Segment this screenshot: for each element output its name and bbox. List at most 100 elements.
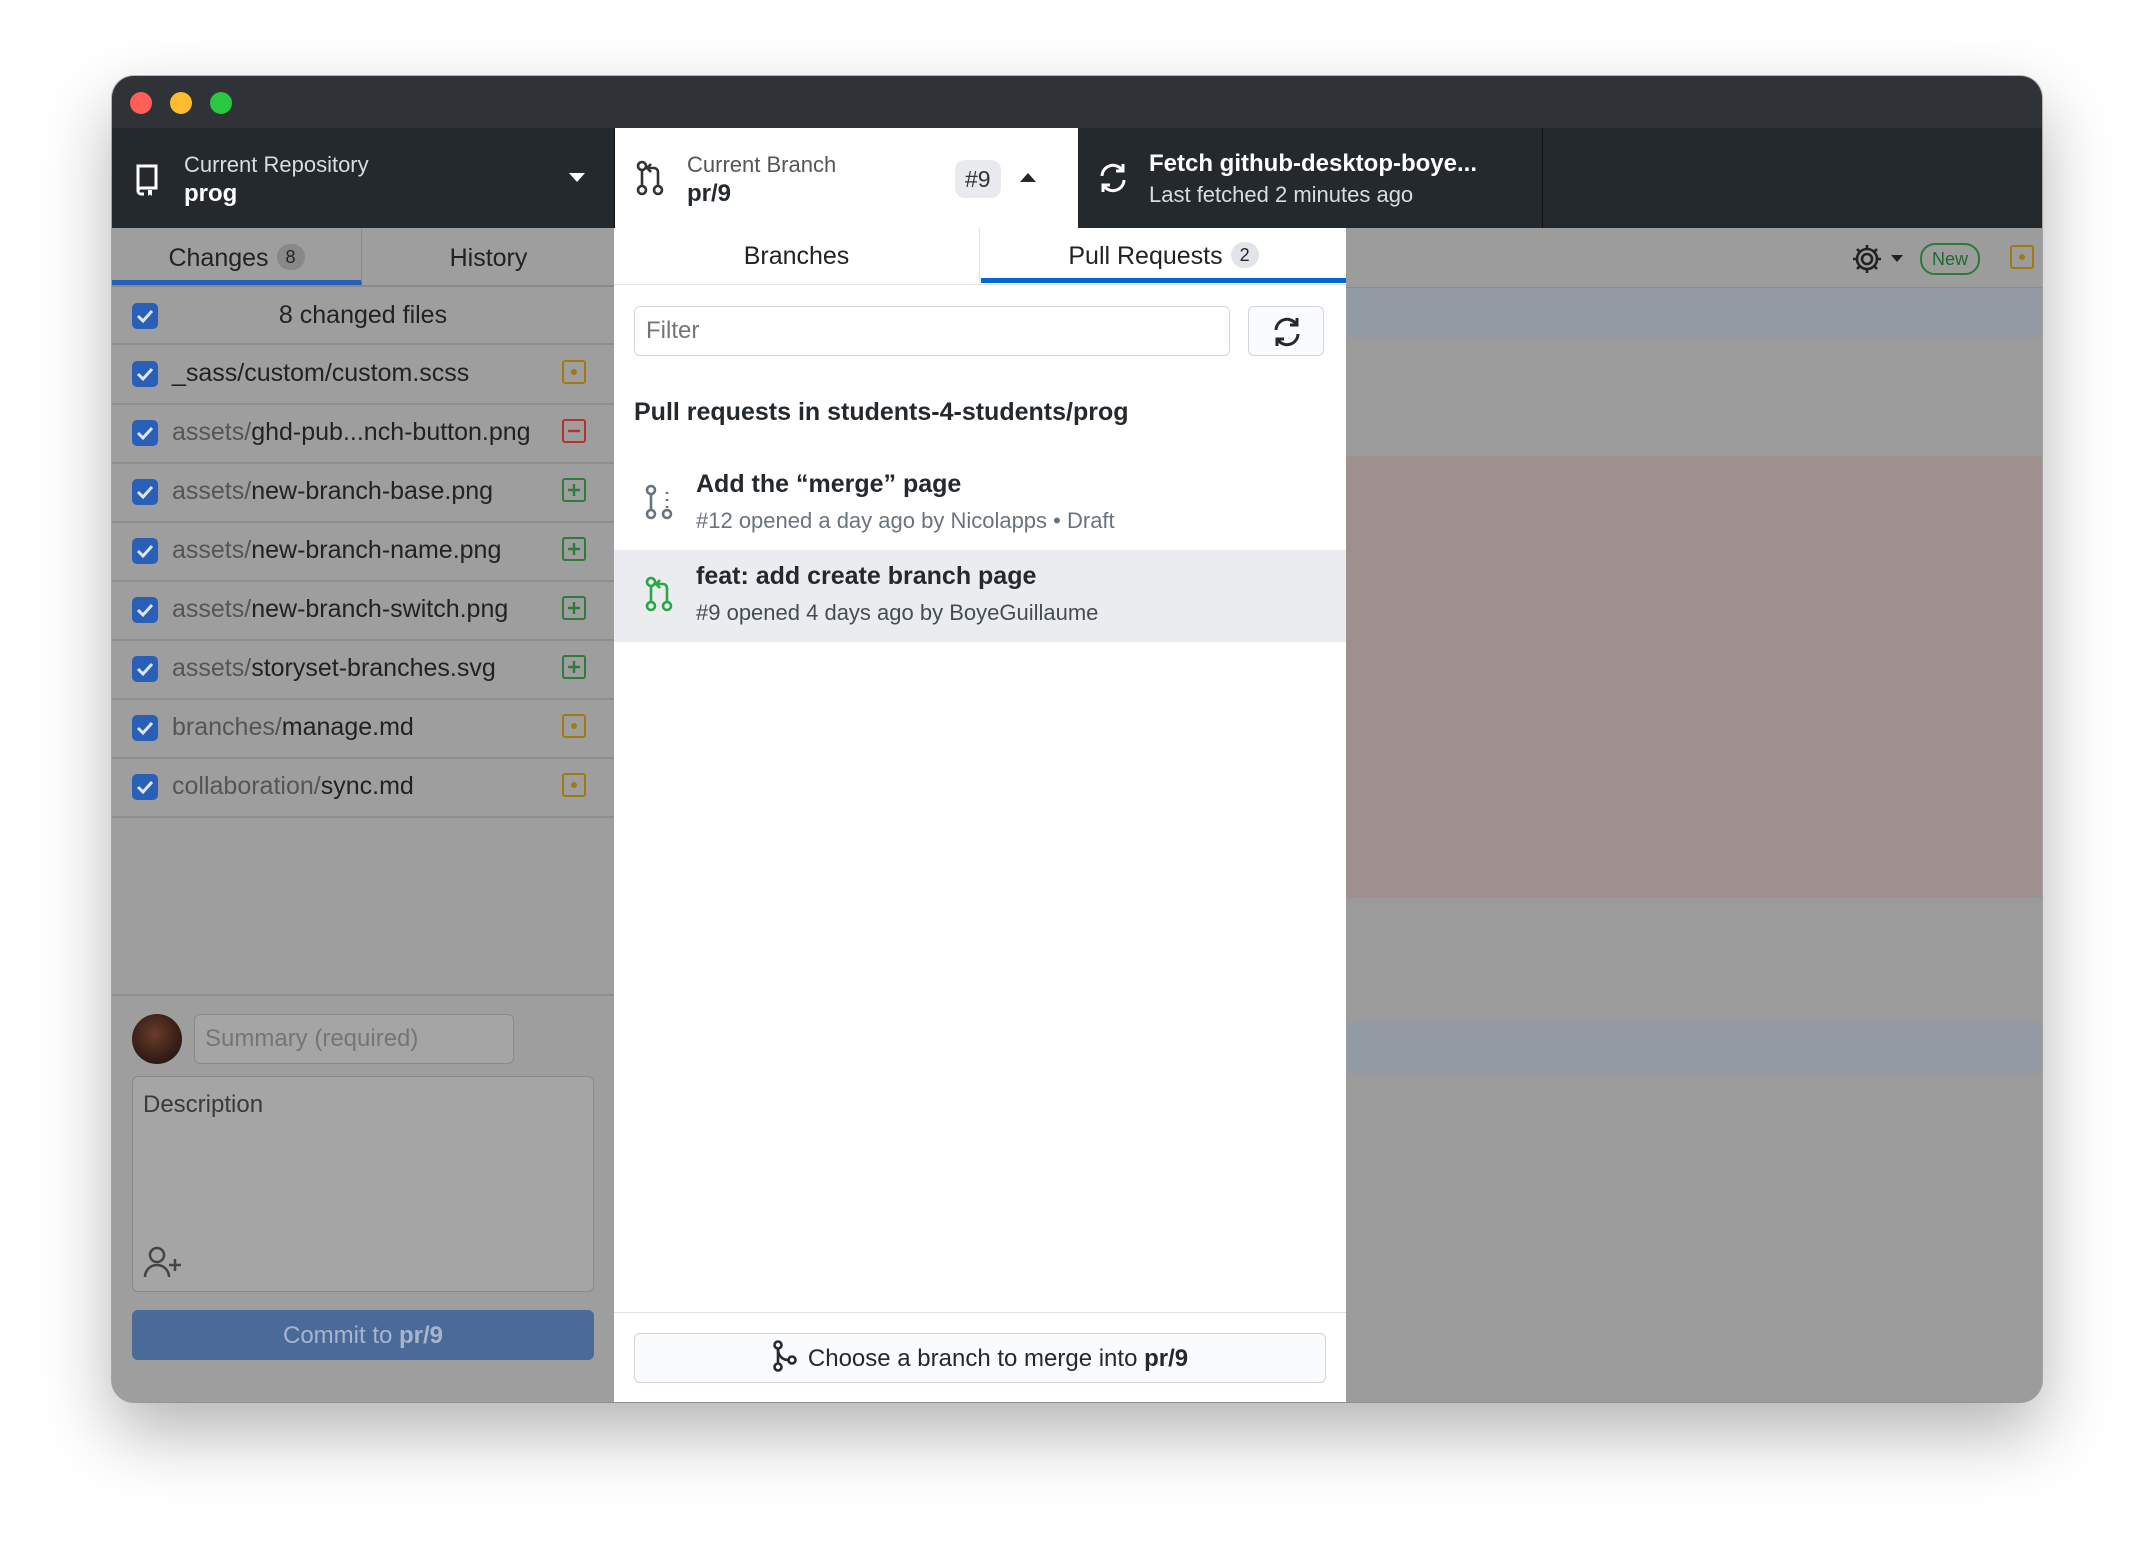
file-include-checkbox[interactable]	[132, 774, 158, 800]
tab-changes[interactable]: Changes 8	[112, 228, 362, 285]
file-path: assets/ghd-pub...nch-button.png	[172, 418, 531, 447]
file-include-checkbox[interactable]	[132, 538, 158, 564]
branch-dropdown: Branches Pull Requests 2 Pull requests in…	[614, 228, 1346, 1402]
current-branch-button[interactable]: Current Branch pr/9 #9	[615, 128, 1078, 228]
dropdown-footer: Choose a branch to merge into pr/9	[614, 1312, 1346, 1402]
file-status-modified-icon	[2010, 245, 2034, 269]
diff-hunk-header	[1346, 1022, 2042, 1074]
chevron-down-icon[interactable]	[1890, 254, 1904, 264]
close-window-button[interactable]	[130, 92, 152, 114]
app-window: Current Repository prog Current Branch p…	[112, 76, 2042, 1402]
tab-pull-requests[interactable]: Pull Requests 2	[981, 228, 1346, 283]
file-name: sync.md	[320, 772, 414, 800]
minimize-window-button[interactable]	[170, 92, 192, 114]
pull-request-meta-text: #12 opened a day ago by Nicolapps	[696, 508, 1048, 533]
commit-button-prefix: Commit to	[282, 1322, 399, 1349]
file-directory: assets/	[172, 536, 252, 564]
file-path: assets/new-branch-name.png	[172, 536, 501, 565]
file-path: _sass/custom/custom.scss	[172, 359, 469, 388]
file-include-checkbox[interactable]	[132, 420, 158, 446]
diff-deleted-lines	[1346, 456, 2042, 898]
file-directory: branches/	[172, 713, 282, 741]
sidebar-tabs: Changes 8 History	[112, 228, 614, 287]
fetch-subtitle: Last fetched 2 minutes ago	[1149, 182, 1414, 207]
tab-history-label: History	[449, 244, 528, 272]
zoom-window-button[interactable]	[210, 92, 232, 114]
file-path: assets/storyset-branches.svg	[172, 654, 496, 683]
toolbar: Current Repository prog Current Branch p…	[112, 128, 2042, 228]
summary-input[interactable]	[194, 1014, 514, 1064]
file-status-added-icon	[562, 596, 586, 620]
file-status-added-icon	[562, 537, 586, 561]
file-include-checkbox[interactable]	[132, 656, 158, 682]
changed-file-row[interactable]: assets/new-branch-switch.png	[112, 581, 614, 641]
changed-file-row[interactable]: assets/new-branch-base.png	[112, 463, 614, 523]
git-merge-icon	[772, 1340, 798, 1372]
current-repository-label: Current Repository	[184, 152, 369, 177]
merge-into-branch-button[interactable]: Choose a branch to merge into pr/9	[634, 1333, 1326, 1383]
pull-request-item[interactable]: feat: add create branch page #9 opened 4…	[614, 550, 1346, 642]
description-placeholder: Description	[143, 1091, 264, 1118]
changed-file-row[interactable]: assets/new-branch-name.png	[112, 522, 614, 582]
file-directory: assets/	[172, 595, 252, 623]
refresh-pull-requests-button[interactable]	[1248, 306, 1324, 356]
file-path: assets/new-branch-switch.png	[172, 595, 508, 624]
title-bar	[112, 76, 2042, 128]
file-path: collaboration/sync.md	[172, 772, 414, 801]
pull-request-item[interactable]: Add the “merge” page #12 opened a day ag…	[614, 458, 1346, 550]
file-path: branches/manage.md	[172, 713, 414, 742]
avatar	[132, 1014, 182, 1064]
changed-file-row[interactable]: assets/storyset-branches.svg	[112, 640, 614, 700]
diff-panel: New	[1346, 228, 2042, 1402]
diff-hunk-header	[1346, 288, 2042, 338]
diff-header: New	[1346, 228, 2042, 288]
file-status-added-icon	[562, 478, 586, 502]
current-repository-button[interactable]: Current Repository prog	[112, 128, 615, 228]
changed-file-row[interactable]: collaboration/sync.md	[112, 758, 614, 818]
pull-request-meta: #9 opened 4 days ago by BoyeGuillaume	[696, 600, 1099, 625]
file-name: storyset-branches.svg	[251, 654, 496, 682]
commit-button-branch: pr/9	[399, 1322, 444, 1349]
tab-branches-label: Branches	[743, 242, 850, 270]
changes-sidebar: Changes 8 History 8 changed files _sass/c…	[112, 228, 614, 1402]
file-name: _sass/custom/custom.scss	[172, 359, 470, 387]
git-pull-request-icon	[635, 160, 665, 196]
file-include-checkbox[interactable]	[132, 479, 158, 505]
gear-icon[interactable]	[1850, 242, 1884, 276]
file-name: new-branch-name.png	[251, 536, 502, 564]
current-branch-name: pr/9	[687, 180, 732, 207]
file-name: new-branch-switch.png	[251, 595, 509, 623]
file-directory: assets/	[172, 654, 252, 682]
select-all-row: 8 changed files	[112, 287, 614, 345]
chevron-up-icon	[1019, 171, 1037, 183]
repo-icon	[134, 164, 160, 196]
file-path: assets/new-branch-base.png	[172, 477, 493, 506]
fetch-origin-button[interactable]: Fetch github-desktop-boye... Last fetche…	[1079, 128, 1543, 228]
tab-history[interactable]: History	[363, 228, 614, 285]
file-status-modified-icon	[562, 714, 586, 738]
file-include-checkbox[interactable]	[132, 715, 158, 741]
file-directory: assets/	[172, 418, 252, 446]
git-pull-request-draft-icon	[644, 484, 674, 520]
file-name: manage.md	[281, 713, 414, 741]
chevron-down-icon	[568, 172, 586, 184]
file-status-modified-icon	[562, 360, 586, 384]
tab-branches[interactable]: Branches	[614, 228, 980, 283]
changed-file-row[interactable]: branches/manage.md	[112, 699, 614, 759]
file-status-modified-icon	[562, 773, 586, 797]
person-add-icon[interactable]	[143, 1245, 183, 1279]
pull-request-title: feat: add create branch page	[696, 562, 1037, 590]
pull-requests-count-badge: 2	[1230, 242, 1259, 268]
filter-input[interactable]	[634, 306, 1230, 356]
sync-icon	[1271, 316, 1303, 348]
changed-file-row[interactable]: _sass/custom/custom.scss	[112, 345, 614, 405]
file-name: ghd-pub...nch-button.png	[251, 418, 531, 446]
file-include-checkbox[interactable]	[132, 361, 158, 387]
branch-pr-badge: #9	[955, 160, 1001, 198]
merge-button-prefix: Choose a branch to merge into	[807, 1345, 1145, 1372]
description-field[interactable]: Description	[132, 1076, 594, 1292]
commit-button[interactable]: Commit to pr/9	[132, 1310, 594, 1360]
current-branch-label: Current Branch	[687, 152, 837, 177]
changed-file-row[interactable]: assets/ghd-pub...nch-button.png	[112, 404, 614, 464]
file-include-checkbox[interactable]	[132, 597, 158, 623]
